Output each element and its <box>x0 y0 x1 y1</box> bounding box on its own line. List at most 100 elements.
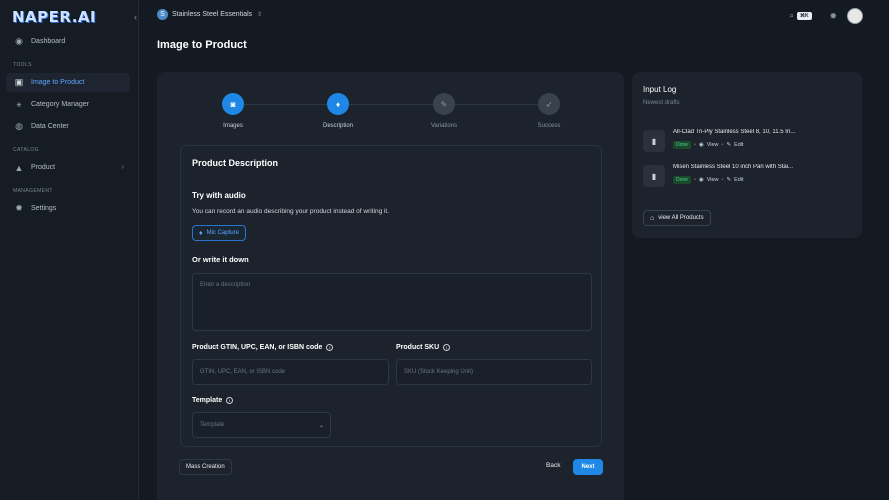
gtin-label-text: Product GTIN, UPC, EAN, or ISBN code <box>192 344 323 351</box>
page-title: Image to Product <box>157 39 247 51</box>
audio-description: You can record an audio describing your … <box>192 208 390 215</box>
input-log-card: Input Log Newest drafts ▮ All-Clad Tri-P… <box>632 72 862 238</box>
app-logo[interactable]: NAPER.AI <box>12 8 96 26</box>
section-label-management: MANAGEMENT <box>13 188 53 194</box>
workspace-switcher[interactable]: S Stainless Steel Essentials ⇕ <box>157 9 262 20</box>
view-link[interactable]: View <box>707 177 719 183</box>
back-button[interactable]: Back <box>546 462 560 469</box>
edit-link[interactable]: Edit <box>734 177 743 183</box>
camera-icon: ◙ <box>222 93 244 115</box>
view-all-products-button[interactable]: ⌂ view All Products <box>643 210 711 226</box>
template-select-value: Template <box>200 422 225 428</box>
image-product-icon: ▣ <box>14 77 24 87</box>
eye-icon: ◉ <box>698 177 704 183</box>
audio-title: Try with audio <box>192 191 246 200</box>
chevron-updown-icon: ⇕ <box>257 12 263 18</box>
store-icon: ⌂ <box>650 214 655 222</box>
mic-icon: ♦ <box>327 93 349 115</box>
mic-icon: ♦ <box>199 229 203 237</box>
sku-label: Product SKU i <box>396 344 451 351</box>
status-badge: Done <box>673 141 691 149</box>
draft-meta: Done • ◉ View • ✎ Edit <box>673 176 744 184</box>
view-link[interactable]: View <box>707 142 719 148</box>
step-images[interactable]: ◙ Images <box>193 93 273 129</box>
dashboard-icon: ◉ <box>15 36 23 46</box>
separator-dot: • <box>721 142 724 148</box>
edit-link[interactable]: Edit <box>734 142 743 148</box>
info-icon[interactable]: i <box>443 344 451 351</box>
separator-dot: • <box>693 177 696 183</box>
draft-name: Misen Stainless Steel 10 inch Pan with S… <box>673 164 794 170</box>
sidebar-item-label: Data Center <box>31 123 69 130</box>
input-log-subtitle: Newest drafts <box>643 100 680 106</box>
sidebar-item-label: Settings <box>31 205 57 212</box>
product-icon: ▲ <box>14 162 24 173</box>
sidebar-item-label: Product <box>31 164 56 171</box>
sidebar-item-category-manager[interactable]: ⚹ Category Manager <box>6 95 130 114</box>
draft-name: All-Clad Tri-Ply Stainless Steel 8, 10, … <box>673 129 796 135</box>
sidebar-item-product[interactable]: ▲ Product › <box>6 158 130 177</box>
sidebar-item-dashboard[interactable]: ◉ Dashboard <box>6 32 130 51</box>
section-label-tools: TOOLS <box>13 62 32 68</box>
category-icon: ⚹ <box>16 99 22 109</box>
template-label-text: Template <box>192 397 223 404</box>
list-item[interactable]: ▮ Misen Stainless Steel 10 inch Pan with… <box>643 163 853 191</box>
step-label: Description <box>322 123 353 129</box>
info-icon[interactable]: i <box>326 344 334 351</box>
sku-label-text: Product SKU <box>396 344 440 351</box>
step-variations[interactable]: ✎ Variations <box>404 93 484 129</box>
product-thumbnail-icon: ▮ <box>643 130 665 152</box>
view-all-label: view All Products <box>658 215 704 221</box>
step-success[interactable]: ➶ Success <box>509 93 589 129</box>
user-avatar[interactable] <box>847 8 863 24</box>
collapse-sidebar-icon[interactable]: ‹ <box>134 12 144 22</box>
sidebar-item-image-to-product[interactable]: ▣ Image to Product <box>6 73 130 92</box>
step-label: Success <box>537 123 561 129</box>
sidebar-item-label: Dashboard <box>31 38 66 45</box>
gtin-label: Product GTIN, UPC, EAN, or ISBN code i <box>192 344 334 351</box>
sidebar-item-data-center[interactable]: ◍ Data Center <box>6 117 130 136</box>
product-description-panel: Product Description Try with audio You c… <box>180 145 602 447</box>
top-actions: ⌕ ⌘K ✹ <box>789 8 863 24</box>
step-description[interactable]: ♦ Description <box>298 93 378 129</box>
pencil-icon: ✎ <box>726 142 732 148</box>
stepper: ◙ Images ♦ Description ✎ Variations ➶ Su… <box>181 93 601 137</box>
pencil-icon: ✎ <box>433 93 455 115</box>
gear-icon[interactable]: ✹ <box>829 11 837 22</box>
sidebar: NAPER.AI ‹ ◉ Dashboard TOOLS ▣ Image to … <box>0 0 139 500</box>
next-button[interactable]: Next <box>573 459 603 475</box>
rocket-icon: ➶ <box>538 93 560 115</box>
sidebar-item-label: Category Manager <box>31 101 89 108</box>
search-icon: ⌕ <box>789 11 794 20</box>
gtin-input[interactable]: GTIN, UPC, EAN, or ISBN code <box>192 359 389 385</box>
separator-dot: • <box>721 177 724 183</box>
mic-capture-button[interactable]: ♦ Mic Capture <box>192 225 246 241</box>
database-icon: ◍ <box>15 121 23 131</box>
info-icon[interactable]: i <box>226 397 234 404</box>
chevron-down-icon: ⌄ <box>318 422 324 429</box>
status-badge: Done <box>673 176 691 184</box>
eye-icon: ◉ <box>698 142 704 148</box>
step-label: Images <box>223 123 243 129</box>
product-thumbnail-icon: ▮ <box>643 165 665 187</box>
template-select[interactable]: Template ⌄ <box>192 412 331 438</box>
input-log-title: Input Log <box>643 85 677 94</box>
separator-dot: • <box>693 142 696 148</box>
sku-input[interactable]: SKU (Stock Keeping Unit) <box>396 359 592 385</box>
description-textarea[interactable]: Enter a description <box>192 273 592 331</box>
main-card: ◙ Images ♦ Description ✎ Variations ➶ Su… <box>157 72 624 500</box>
draft-meta: Done • ◉ View • ✎ Edit <box>673 141 744 149</box>
write-title: Or write it down <box>192 255 249 264</box>
mic-capture-label: Mic Capture <box>206 230 239 236</box>
mass-creation-button[interactable]: Mass Creation <box>179 459 232 475</box>
step-label: Variations <box>430 123 458 129</box>
sidebar-item-settings[interactable]: ✹ Settings <box>6 199 130 218</box>
list-item[interactable]: ▮ All-Clad Tri-Ply Stainless Steel 8, 10… <box>643 128 853 156</box>
template-label: Template i <box>192 397 234 404</box>
search-button[interactable]: ⌕ ⌘K <box>789 9 817 24</box>
section-label-catalog: CATALOG <box>13 147 39 153</box>
chevron-right-icon: › <box>121 164 124 171</box>
pencil-icon: ✎ <box>726 177 732 183</box>
section-title: Product Description <box>192 158 279 168</box>
workspace-avatar: S <box>157 9 168 20</box>
